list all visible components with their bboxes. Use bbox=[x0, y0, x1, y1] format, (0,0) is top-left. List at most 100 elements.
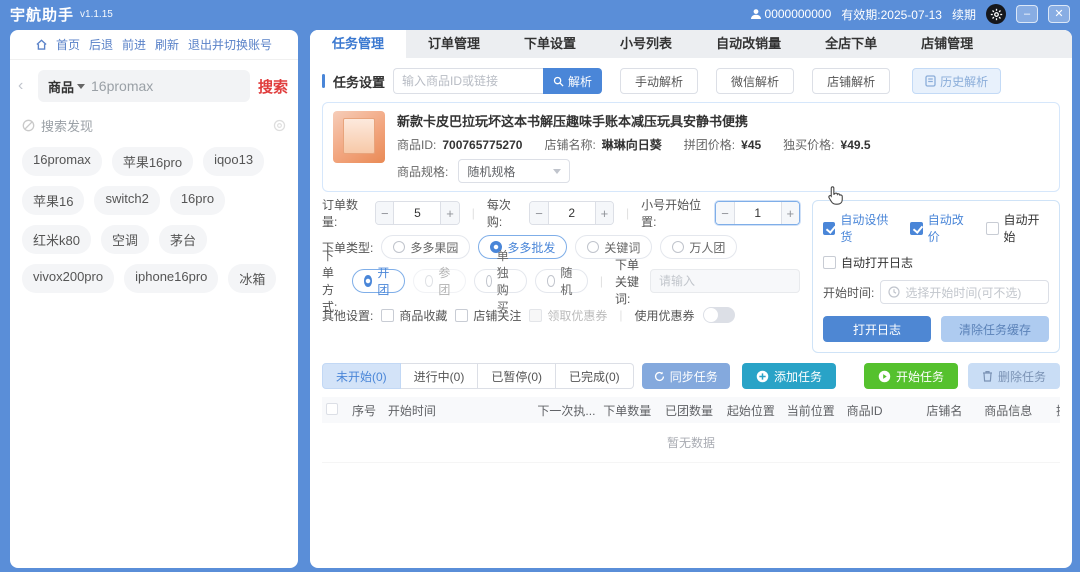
tag-item[interactable]: 16promax bbox=[22, 147, 102, 176]
shop-parse-button[interactable]: 店铺解析 bbox=[812, 68, 891, 94]
favorite-product-checkbox[interactable]: 商品收藏 bbox=[381, 307, 447, 324]
start-time-input[interactable]: 选择开始时间(可不选) bbox=[880, 280, 1049, 304]
method-random[interactable]: 随机 bbox=[534, 266, 588, 297]
auto-open-log-checkbox[interactable]: 自动打开日志 bbox=[823, 254, 913, 271]
search-button[interactable]: 搜索 bbox=[258, 76, 288, 97]
delete-task-button[interactable]: 删除任务 bbox=[967, 363, 1060, 389]
tag-item[interactable]: 苹果16pro bbox=[111, 147, 194, 176]
order-type-orchard[interactable]: 多多果园 bbox=[381, 235, 471, 259]
select-all-checkbox[interactable] bbox=[322, 402, 348, 418]
tag-item[interactable]: 红米k80 bbox=[22, 225, 91, 254]
clear-cache-button[interactable]: 清除任务缓存 bbox=[941, 316, 1049, 342]
tab-alt-accounts[interactable]: 小号列表 bbox=[598, 30, 694, 58]
search-box[interactable]: 商品 bbox=[38, 70, 250, 102]
divider: | bbox=[599, 274, 604, 288]
spec-select[interactable]: 随机规格 bbox=[458, 159, 571, 183]
close-icon: ✕ bbox=[1054, 7, 1064, 20]
close-button[interactable]: ✕ bbox=[1048, 5, 1070, 23]
history-parse-button[interactable]: 历史解析 bbox=[912, 68, 1002, 94]
refresh-discover-icon[interactable] bbox=[273, 119, 286, 132]
add-task-button[interactable]: 添加任务 bbox=[741, 363, 836, 389]
radio-icon bbox=[587, 241, 600, 253]
status-tab-running[interactable]: 进行中(0) bbox=[400, 363, 479, 389]
product-id-value: 700765775270 bbox=[442, 137, 523, 152]
account-number: 0000000000 bbox=[764, 7, 832, 21]
parse-button[interactable]: 解析 bbox=[543, 68, 603, 94]
search-tags: 16promax 苹果16pro iqoo13 苹果16 switch2 16p… bbox=[10, 137, 298, 303]
tag-item[interactable]: 茅台 bbox=[158, 225, 207, 254]
status-tab-not-started[interactable]: 未开始(0) bbox=[322, 363, 401, 389]
start-task-button[interactable]: 开始任务 bbox=[863, 363, 958, 389]
tag-item[interactable]: iqoo13 bbox=[203, 147, 265, 176]
method-open-group[interactable]: 开团 bbox=[351, 266, 405, 297]
tab-shop-manage[interactable]: 店铺管理 bbox=[899, 30, 995, 58]
method-single-buy[interactable]: 单独购买 bbox=[473, 249, 527, 314]
product-id-input[interactable] bbox=[393, 68, 544, 94]
col-product-info: 商品信息 bbox=[984, 403, 1033, 418]
auto-start-checkbox[interactable]: 自动开始 bbox=[986, 211, 1049, 245]
tag-item[interactable]: 空调 bbox=[100, 225, 149, 254]
wechat-parse-button[interactable]: 微信解析 bbox=[716, 68, 795, 94]
nav-forward[interactable]: 前进 bbox=[122, 36, 146, 53]
auto-reprice-checkbox[interactable]: 自动改价 bbox=[910, 211, 973, 245]
main-panel: 任务管理 订单管理 下单设置 小号列表 自动改销量 全店下单 店铺管理 任务设置… bbox=[310, 30, 1072, 568]
checkbox-icon bbox=[381, 308, 395, 322]
tab-order-settings[interactable]: 下单设置 bbox=[502, 30, 598, 58]
status-tab-finished[interactable]: 已完成(0) bbox=[556, 363, 634, 389]
search-icon bbox=[553, 76, 564, 87]
tab-task-manage[interactable]: 任务管理 bbox=[310, 30, 407, 58]
chevron-left-icon[interactable]: ‹ bbox=[18, 77, 30, 95]
claim-coupon-checkbox[interactable]: 领取优惠券 bbox=[529, 307, 607, 324]
start-time-label: 开始时间: bbox=[823, 285, 875, 300]
manual-parse-button[interactable]: 手动解析 bbox=[620, 68, 699, 94]
sync-tasks-button[interactable]: 同步任务 bbox=[641, 363, 730, 389]
order-type-group10k[interactable]: 万人团 bbox=[660, 235, 738, 259]
tag-item[interactable]: 16pro bbox=[169, 186, 226, 215]
tag-item[interactable]: 冰箱 bbox=[228, 264, 277, 293]
plus-button[interactable]: + bbox=[594, 202, 614, 224]
order-type-wholesale[interactable]: 多多批发 bbox=[478, 235, 568, 259]
tab-whole-store[interactable]: 全店下单 bbox=[803, 30, 899, 58]
search-input[interactable] bbox=[91, 78, 202, 94]
minimize-button[interactable]: – bbox=[1016, 5, 1038, 23]
renew-link[interactable]: 续期 bbox=[952, 6, 976, 23]
plus-button[interactable]: + bbox=[440, 202, 459, 224]
per-buy-label: 每次购: bbox=[486, 198, 511, 229]
open-log-button[interactable]: 打开日志 bbox=[823, 316, 931, 342]
status-tab-paused[interactable]: 已暂停(0) bbox=[478, 363, 557, 389]
minimize-icon: – bbox=[1023, 7, 1031, 20]
minus-button[interactable]: − bbox=[376, 202, 395, 224]
nav-logout[interactable]: 退出并切换账号 bbox=[188, 36, 272, 53]
method-join-group[interactable]: 参团 bbox=[412, 266, 466, 297]
per-buy-input[interactable] bbox=[548, 202, 595, 224]
option-label: 关键词 bbox=[604, 240, 641, 255]
auto-supply-checkbox[interactable]: 自动设供货 bbox=[823, 211, 897, 245]
minus-button[interactable]: − bbox=[530, 202, 549, 224]
clock-icon bbox=[888, 286, 900, 298]
search-category-dropdown[interactable]: 商品 bbox=[48, 77, 86, 96]
plus-button[interactable]: + bbox=[780, 202, 799, 224]
tab-auto-sales[interactable]: 自动改销量 bbox=[694, 30, 803, 58]
nav-home[interactable]: 首页 bbox=[56, 36, 80, 53]
keyword-input[interactable] bbox=[650, 269, 800, 293]
minus-button[interactable]: − bbox=[716, 202, 735, 224]
tab-order-manage[interactable]: 订单管理 bbox=[406, 30, 502, 58]
nav-back[interactable]: 后退 bbox=[89, 36, 113, 53]
auto-settings-panel: 自动设供货 自动改价 自动开始 自动打开日志 开始时间: 选择开始时间(可不选)… bbox=[812, 200, 1060, 353]
option-label: 自动开始 bbox=[1003, 213, 1040, 244]
use-coupon-toggle[interactable] bbox=[702, 307, 735, 323]
tag-item[interactable]: iphone16pro bbox=[124, 264, 219, 293]
option-label: 开团 bbox=[377, 266, 390, 297]
sync-icon bbox=[654, 371, 665, 382]
product-card: 新款卡皮巴拉玩坏这本书解压趣味手账本减压玩具安静书便携 商品ID: 7007657… bbox=[322, 102, 1060, 192]
tag-item[interactable]: switch2 bbox=[94, 186, 160, 215]
tag-item[interactable]: vivox200pro bbox=[22, 264, 115, 293]
nav-refresh[interactable]: 刷新 bbox=[155, 36, 179, 53]
trash-icon bbox=[982, 370, 993, 382]
settings-button[interactable] bbox=[986, 4, 1006, 24]
start-pos-input[interactable] bbox=[734, 202, 781, 224]
tag-item[interactable]: 苹果16 bbox=[22, 186, 85, 215]
discover-icon bbox=[22, 119, 35, 132]
follow-shop-checkbox[interactable]: 店铺关注 bbox=[455, 307, 521, 324]
order-qty-input[interactable] bbox=[394, 202, 441, 224]
